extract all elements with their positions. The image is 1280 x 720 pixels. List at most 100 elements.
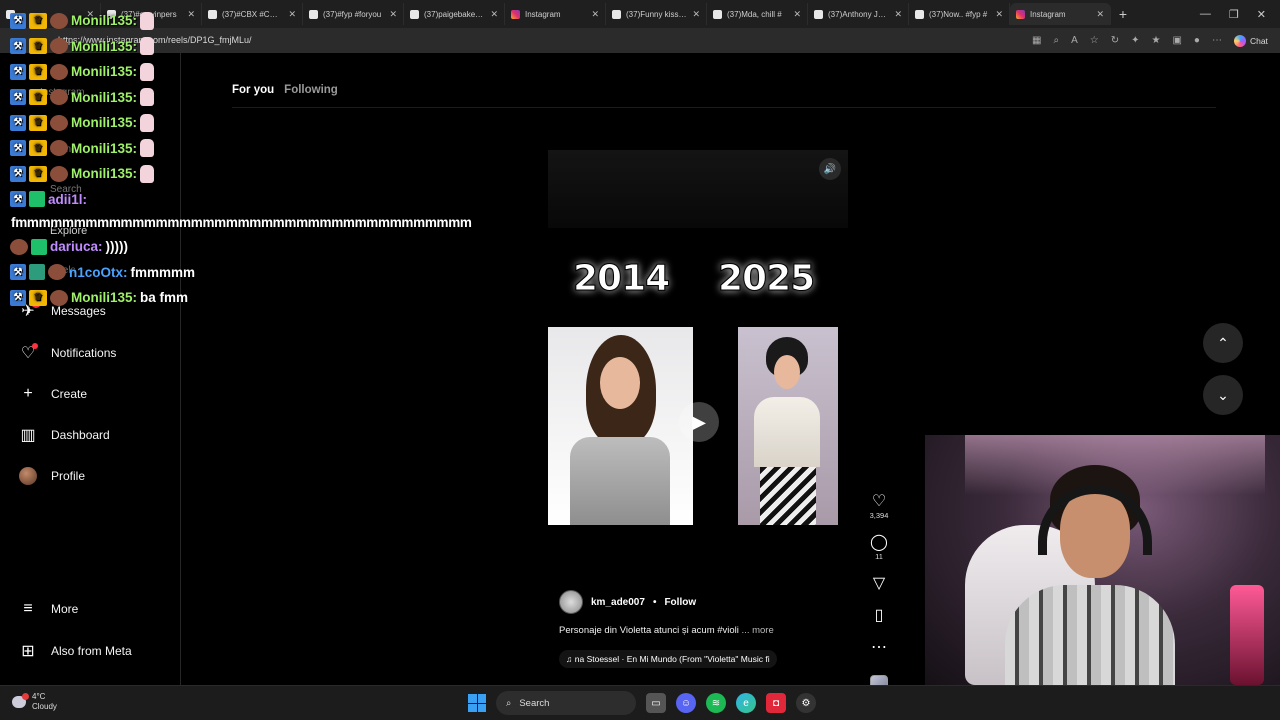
hammer-badge-icon: ⚒ xyxy=(10,38,26,55)
sidebar-item-also-from-meta[interactable]: ⊞ Also from Meta xyxy=(18,641,131,661)
close-icon[interactable]: ✕ xyxy=(591,9,599,20)
browser-tab-active[interactable]: Instagram ✕ xyxy=(1010,3,1111,25)
spotify-icon[interactable]: ≋ xyxy=(706,693,726,713)
share-action[interactable]: ▽ xyxy=(873,575,885,593)
bunny-emote-icon xyxy=(140,139,155,158)
heart-icon: ♡ xyxy=(871,493,887,510)
more-options-icon[interactable]: ⋯ xyxy=(1212,35,1222,46)
crown-badge-icon: ♛ xyxy=(29,63,47,80)
bunny-emote-icon xyxy=(140,11,155,30)
comment-count: 11 xyxy=(875,552,883,561)
save-action[interactable]: ▯ xyxy=(875,607,884,625)
sidebar-item-profile[interactable]: Profile xyxy=(18,466,85,486)
search-icon: ⌕ xyxy=(506,697,512,709)
sidebar-item-notifications[interactable]: ♡ Notifications xyxy=(18,343,116,363)
close-icon[interactable]: ✕ xyxy=(793,9,801,20)
play-icon[interactable]: ▶ xyxy=(679,402,719,442)
discord-icon[interactable]: ☺ xyxy=(676,693,696,713)
streamer-body xyxy=(1005,585,1175,685)
sidebar-item-more[interactable]: ≡ More xyxy=(18,599,78,619)
close-icon[interactable]: ✕ xyxy=(995,9,1003,20)
chat-message: ⚒ n1coOtx: fmmmmm xyxy=(10,260,480,286)
more-options-icon: ⋯ xyxy=(871,639,887,656)
caption-more-link[interactable]: ... more xyxy=(742,625,774,636)
author-username[interactable]: km_ade007 xyxy=(591,597,645,608)
reel-actions: ♡ 3,394 ◯ 11 ▽ ▯ ⋯ xyxy=(866,493,892,693)
read-aloud-icon[interactable]: A xyxy=(1071,35,1078,46)
tiktok-icon xyxy=(612,9,621,19)
music-pill[interactable]: ♫ na Stoessel · En Mi Mundo (From "Viole… xyxy=(559,650,777,668)
collections-icon[interactable]: ▣ xyxy=(1172,35,1181,46)
sidebar-item-dashboard[interactable]: ▥ Dashboard xyxy=(18,425,109,445)
crown-badge-icon: ♛ xyxy=(29,289,47,306)
favorite-star-icon[interactable]: ☆ xyxy=(1090,35,1099,46)
hammer-badge-icon: ⚒ xyxy=(10,114,26,131)
music-note-icon: ♫ xyxy=(566,654,575,664)
bunny-emote-icon xyxy=(140,37,155,56)
meta-icon: ⊞ xyxy=(21,643,35,660)
favorites-icon[interactable]: ★ xyxy=(1151,35,1160,46)
settings-icon[interactable]: ⚙ xyxy=(796,693,816,713)
extensions-icon[interactable]: ✦ xyxy=(1131,35,1139,46)
chevron-down-icon: ⌄ xyxy=(1217,386,1229,403)
speaker-icon[interactable]: 🔊 xyxy=(819,158,841,180)
like-action[interactable]: ♡ 3,394 xyxy=(870,493,889,520)
sub-badge-icon xyxy=(50,165,68,182)
close-icon[interactable]: ✕ xyxy=(894,9,902,20)
hammer-badge-icon: ⚒ xyxy=(10,89,26,106)
reel-caption: Personaje din Violetta atunci și acum #v… xyxy=(559,625,774,636)
copilot-chat-button[interactable]: Chat xyxy=(1233,34,1268,47)
edge-icon[interactable]: e xyxy=(736,693,756,713)
crown-badge-icon: ♛ xyxy=(29,140,47,157)
browser-tab[interactable]: (37)Now.. #fyp # ✕ xyxy=(909,3,1010,25)
weather-widget[interactable]: 4°C Cloudy xyxy=(12,692,57,712)
task-view-icon[interactable]: ▭ xyxy=(646,693,666,713)
crown-badge-icon: ♛ xyxy=(29,38,47,55)
webcam-overlay xyxy=(925,435,1280,685)
sub-badge-icon xyxy=(48,264,66,281)
chat-message: ⚒ ♛ Monili135: xyxy=(10,136,480,162)
plus-icon: + xyxy=(23,385,33,402)
follow-button[interactable]: Follow xyxy=(664,597,696,608)
browser-tab[interactable]: (37)Mda, chill # ✕ xyxy=(707,3,808,25)
zoom-icon[interactable]: ⌕ xyxy=(1053,35,1059,46)
close-icon[interactable]: ✕ xyxy=(1096,9,1104,20)
close-icon[interactable]: ✕ xyxy=(490,9,498,20)
dashboard-icon: ▥ xyxy=(20,427,36,444)
next-reel-button[interactable]: ⌄ xyxy=(1203,375,1243,415)
minimize-icon[interactable]: — xyxy=(1200,8,1211,21)
address-bar-actions: ▦ ⌕ A ☆ ↻ ✦ ★ ▣ ● ⋯ Chat xyxy=(1032,34,1268,47)
bunny-emote-icon xyxy=(140,88,155,107)
sub-badge-icon xyxy=(29,191,45,208)
chat-message-text: fmmmmmmmmmmmmmmmmmmmmmmmmmmmmmmmmmmmmmmm xyxy=(11,215,472,230)
sub-badge-icon xyxy=(50,289,68,306)
tiktok-icon xyxy=(915,9,924,19)
taskbar-search[interactable]: ⌕ Search xyxy=(496,691,636,715)
hammer-badge-icon: ⚒ xyxy=(10,264,26,281)
tiktok-icon xyxy=(814,9,823,19)
comment-action[interactable]: ◯ 11 xyxy=(870,534,888,561)
hammer-badge-icon: ⚒ xyxy=(10,63,26,80)
hammer-badge-icon: ⚒ xyxy=(10,165,26,182)
browser-tab[interactable]: Instagram ✕ xyxy=(505,3,606,25)
new-tab-button[interactable]: + xyxy=(1111,6,1135,22)
grid-icon[interactable]: ▦ xyxy=(1032,35,1041,46)
app-icon[interactable]: ◘ xyxy=(766,693,786,713)
browser-tab[interactable]: (37)Funny kiss ca ✕ xyxy=(606,3,707,25)
previous-reel-button[interactable]: ⌃ xyxy=(1203,323,1243,363)
refresh-icon[interactable]: ↻ xyxy=(1111,35,1119,46)
year-label-left: 2014 xyxy=(572,258,670,300)
author-avatar[interactable] xyxy=(559,590,583,614)
sub-badge-icon xyxy=(50,38,68,55)
close-icon[interactable]: ✕ xyxy=(692,9,700,20)
sidebar-item-create[interactable]: + Create xyxy=(18,384,87,404)
windows-start-icon[interactable] xyxy=(468,694,486,712)
copilot-icon xyxy=(1233,34,1246,47)
more-action[interactable]: ⋯ xyxy=(871,639,887,657)
browser-tab[interactable]: (37)Anthony Josh ✕ xyxy=(808,3,909,25)
profile-icon[interactable]: ● xyxy=(1194,35,1200,46)
reel-video[interactable]: 🔊 2014 2025 ▶ km_ade007 • Follow Persona… xyxy=(548,150,848,685)
chat-message: ⚒ ♛ Monili135: xyxy=(10,59,480,85)
maximize-icon[interactable]: ❐ xyxy=(1229,8,1239,21)
close-window-icon[interactable]: ✕ xyxy=(1257,8,1266,21)
